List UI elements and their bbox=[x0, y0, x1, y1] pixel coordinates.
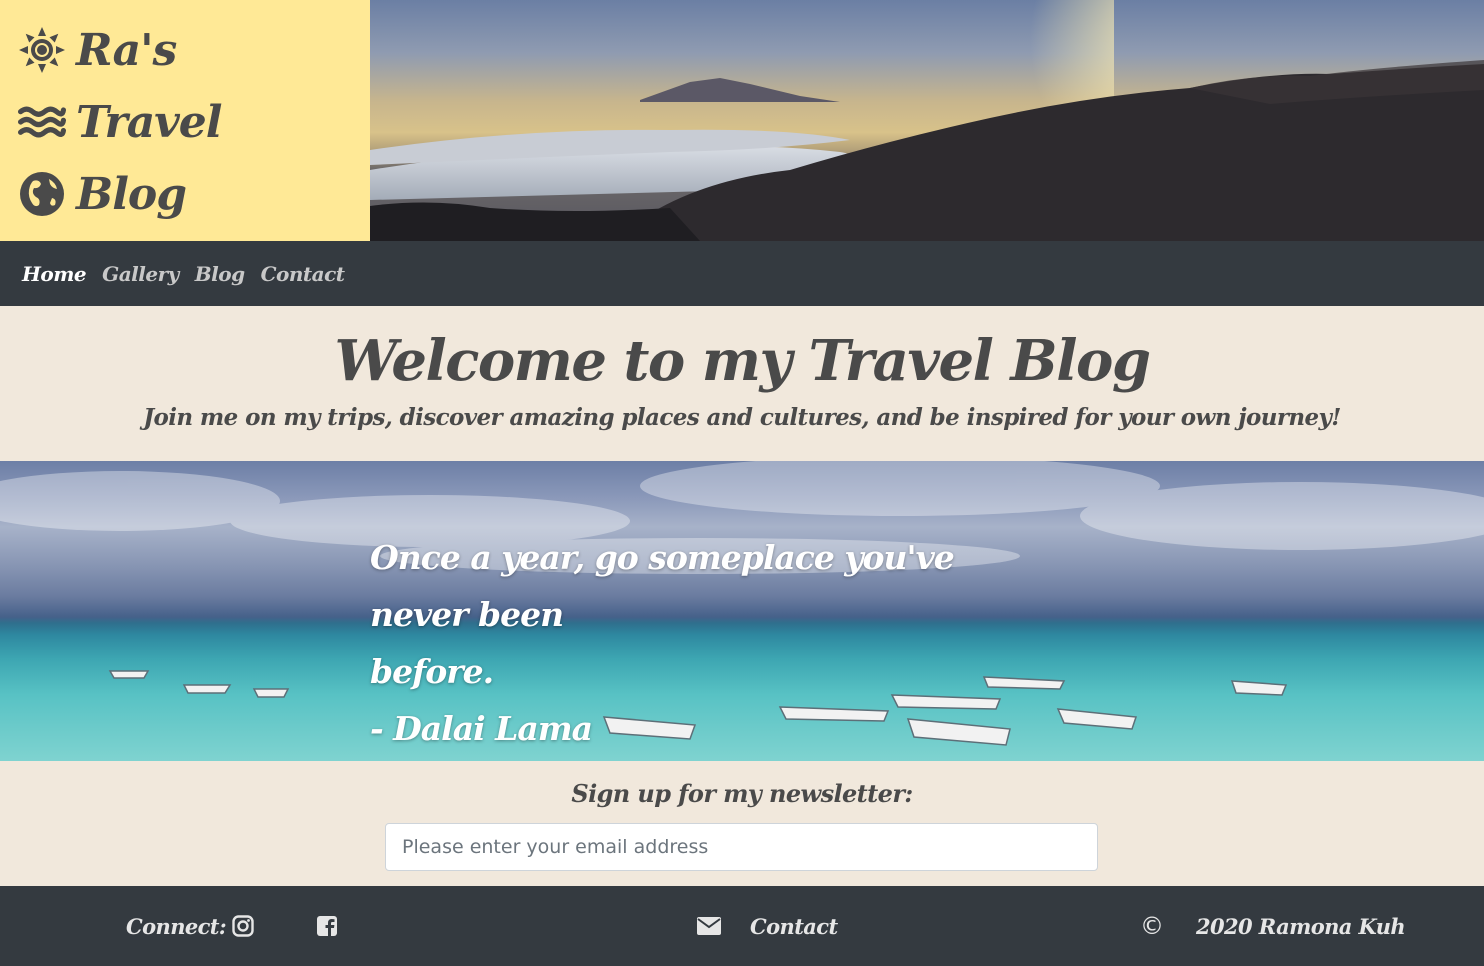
brand-logo[interactable]: Ra's Travel Blog bbox=[0, 0, 370, 241]
page-title: Welcome to my Travel Blog bbox=[334, 328, 1152, 394]
email-field[interactable] bbox=[385, 823, 1098, 871]
quote-line-1: Once a year, go someplace you've never b… bbox=[370, 538, 955, 634]
sun-icon bbox=[18, 26, 66, 74]
quote-banner-image: Once a year, go someplace you've never b… bbox=[0, 461, 1484, 761]
brand-line-2: Travel bbox=[18, 86, 370, 158]
main-nav: Home Gallery Blog Contact bbox=[0, 241, 1484, 306]
nav-item-home[interactable]: Home bbox=[22, 262, 87, 286]
globe-icon bbox=[18, 170, 66, 218]
quote-line-2: before. bbox=[370, 652, 494, 691]
newsletter-section: Sign up for my newsletter: bbox=[0, 761, 1484, 886]
connect-label: Connect: bbox=[126, 913, 227, 939]
newsletter-label: Sign up for my newsletter: bbox=[571, 779, 913, 808]
copyright-text: 2020 Ramona Kuh bbox=[1196, 913, 1406, 939]
footer: Connect: Contact © 2020 Ramona Kuh bbox=[0, 886, 1484, 966]
brand-text-2: Travel bbox=[76, 96, 223, 148]
nav-item-gallery[interactable]: Gallery bbox=[102, 262, 179, 286]
nav-item-blog[interactable]: Blog bbox=[195, 262, 245, 286]
brand-text-1: Ra's bbox=[76, 24, 177, 76]
header: Ra's Travel Blog bbox=[0, 0, 1484, 241]
copyright-icon: © bbox=[1140, 912, 1164, 940]
welcome-section: Welcome to my Travel Blog Join me on my … bbox=[0, 306, 1484, 461]
mountain-sunset-illustration bbox=[370, 60, 1484, 241]
brand-line-3: Blog bbox=[18, 158, 370, 230]
quote-block: Once a year, go someplace you've never b… bbox=[370, 529, 1050, 757]
brand-line-1: Ra's bbox=[18, 14, 370, 86]
envelope-icon bbox=[697, 886, 721, 966]
page-subtitle: Join me on my trips, discover amazing pl… bbox=[143, 404, 1341, 431]
quote-author: - Dalai Lama bbox=[370, 709, 593, 748]
footer-contact-link[interactable]: Contact bbox=[750, 886, 838, 966]
instagram-icon[interactable] bbox=[232, 886, 254, 966]
header-landscape-image bbox=[370, 0, 1484, 241]
facebook-icon[interactable] bbox=[316, 886, 338, 966]
waves-icon bbox=[18, 98, 66, 146]
nav-item-contact[interactable]: Contact bbox=[261, 262, 345, 286]
brand-text-3: Blog bbox=[76, 168, 187, 220]
